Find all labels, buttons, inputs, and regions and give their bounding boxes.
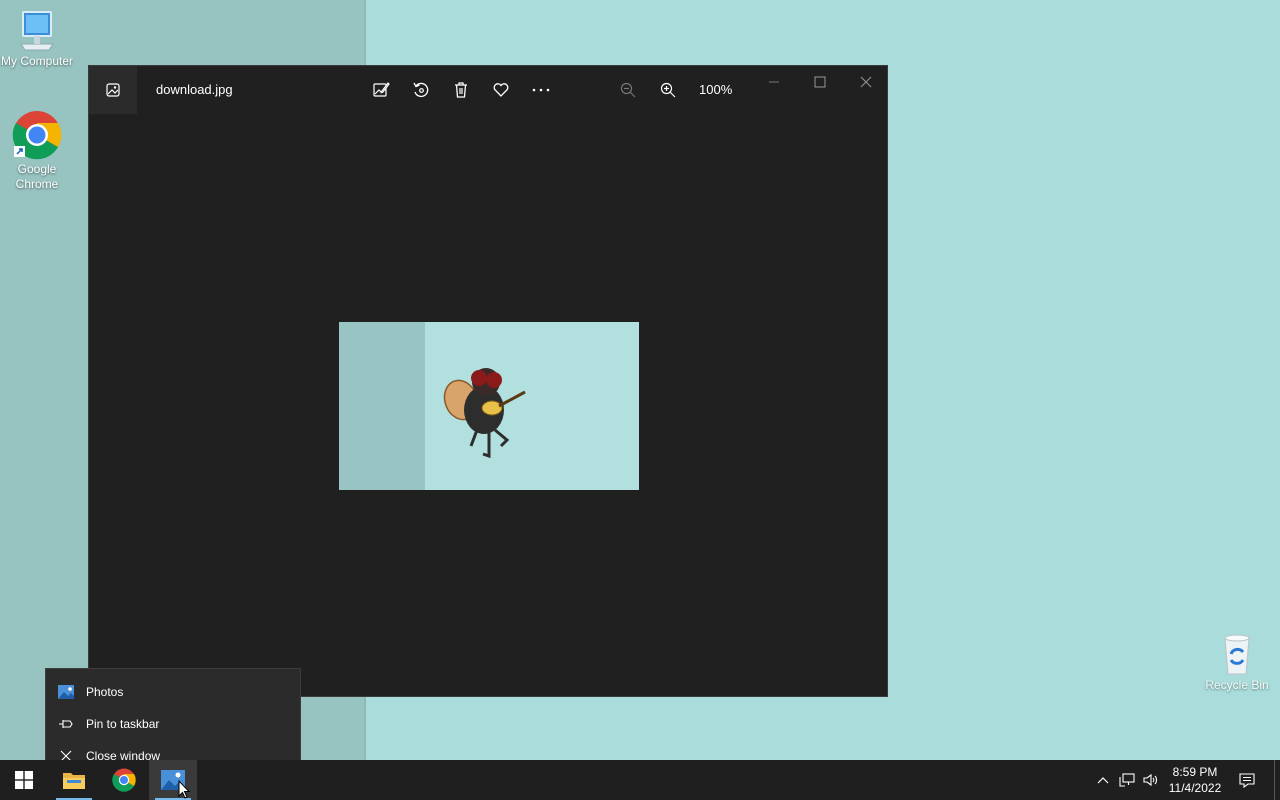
start-button[interactable] [0, 760, 48, 800]
file-explorer-icon [63, 773, 85, 789]
show-desktop-button[interactable] [1274, 760, 1280, 800]
favorite-button[interactable] [485, 74, 517, 106]
displayed-photo[interactable] [339, 322, 639, 490]
taskbar-file-explorer[interactable] [50, 760, 98, 800]
network-button[interactable] [1115, 760, 1139, 800]
zoom-in-button[interactable] [652, 74, 684, 106]
jumplist-item-label: Photos [86, 685, 124, 699]
zoom-level[interactable]: 100% [699, 82, 732, 97]
heart-icon [493, 83, 509, 97]
photos-window: download.jpg 100% [88, 65, 888, 697]
desktop-icon-label: My Computer [0, 54, 74, 68]
desktop-icon-my-computer[interactable]: My Computer [0, 10, 74, 69]
chevron-up-icon [1097, 777, 1109, 784]
network-icon [1119, 773, 1135, 787]
desktop-icon-google-chrome[interactable]: Google Chrome [0, 110, 74, 192]
delete-button[interactable] [445, 74, 477, 106]
close-icon [860, 76, 872, 88]
taskbar-clock[interactable]: 8:59 PM 11/4/2022 [1160, 764, 1230, 796]
taskbar-jump-list: Photos Pin to taskbar Close window [45, 668, 301, 763]
jumplist-item-pin-to-taskbar[interactable]: Pin to taskbar [46, 709, 300, 739]
photos-icon [58, 685, 74, 699]
jumplist-item-photos[interactable]: Photos [46, 677, 300, 707]
pin-icon [59, 720, 73, 728]
zoom-out-button[interactable] [612, 74, 644, 106]
recycle-bin-icon [1224, 634, 1250, 675]
edit-image-icon [373, 82, 390, 97]
close-button[interactable] [843, 66, 889, 98]
desktop-icon-recycle-bin[interactable]: Recycle Bin [1200, 632, 1274, 693]
desktop-icon-label: Recycle Bin [1205, 678, 1269, 692]
desktop-icon-label: Google Chrome [15, 162, 59, 191]
more-button[interactable] [525, 74, 557, 106]
title-bar[interactable]: download.jpg 100% [89, 66, 887, 114]
maximize-icon [814, 76, 826, 88]
taskbar-chrome[interactable] [100, 760, 148, 800]
zoom-out-icon [620, 82, 636, 98]
edit-image-button[interactable] [365, 74, 397, 106]
more-icon [532, 88, 550, 92]
photos-icon [106, 83, 120, 97]
show-hidden-icons-button[interactable] [1091, 760, 1115, 800]
jumplist-item-label: Pin to taskbar [86, 717, 160, 731]
chrome-icon [12, 111, 62, 160]
volume-icon [1143, 773, 1158, 787]
minimize-button[interactable] [751, 66, 797, 98]
trash-icon [455, 82, 467, 98]
photos-app-button[interactable] [89, 66, 137, 114]
notification-icon [1239, 772, 1255, 788]
fly-playing-guitar-illustration [443, 368, 526, 459]
clock-time: 8:59 PM [1172, 765, 1218, 779]
computer-icon [20, 11, 54, 51]
zoom-in-icon [660, 82, 676, 98]
action-center-button[interactable] [1235, 760, 1259, 800]
maximize-button[interactable] [797, 66, 843, 98]
chrome-icon [112, 768, 136, 792]
minimize-icon [769, 81, 779, 83]
start-icon [15, 771, 33, 789]
window-title: download.jpg [156, 82, 233, 97]
rotate-icon [413, 82, 429, 98]
mouse-cursor-icon [178, 780, 190, 799]
taskbar: 8:59 PM 11/4/2022 [0, 760, 1280, 800]
rotate-button[interactable] [405, 74, 437, 106]
clock-date: 11/4/2022 [1168, 781, 1222, 795]
